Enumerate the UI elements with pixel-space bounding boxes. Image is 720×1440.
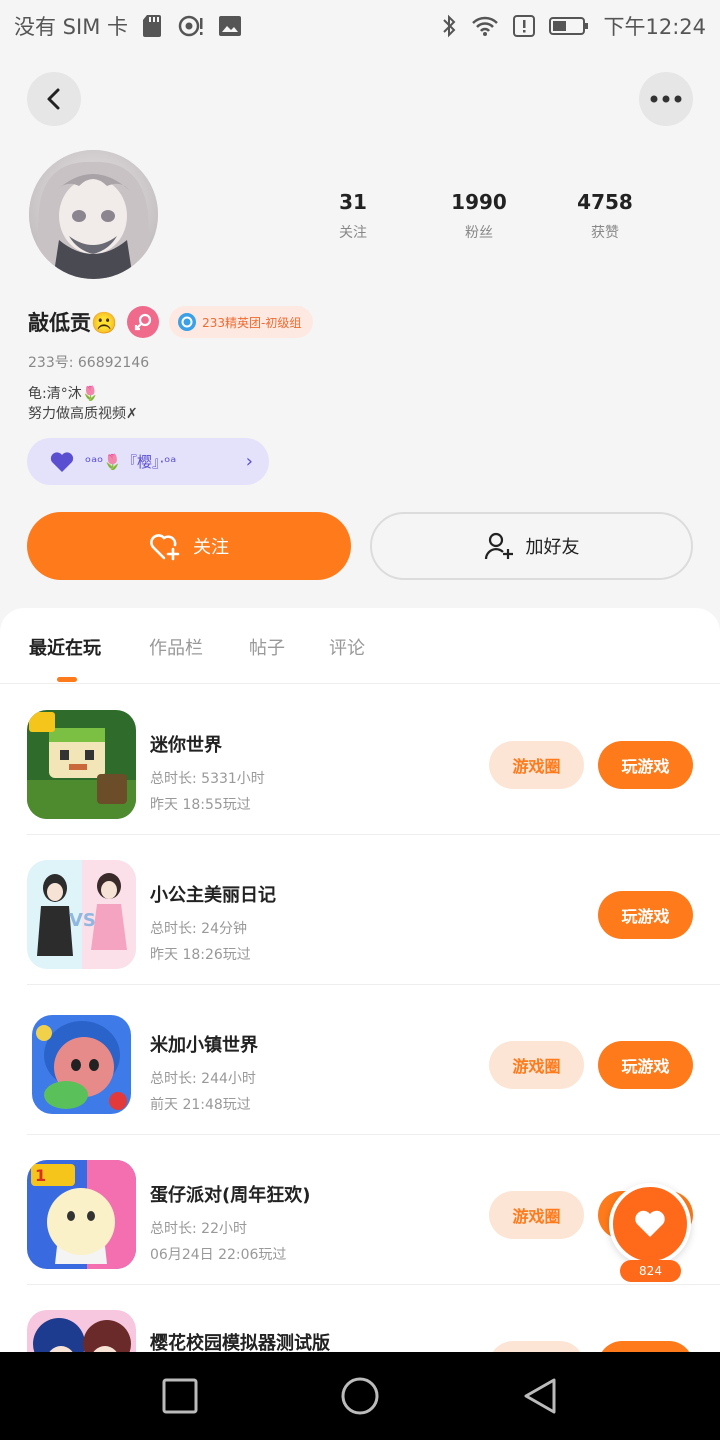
- game-icon: [27, 1310, 136, 1352]
- carrier-text: 没有 SIM 卡: [14, 15, 128, 39]
- stat-label: 关注: [339, 225, 367, 241]
- game-row[interactable]: 米加小镇世界 总时长: 244小时 前天 21:48玩过 游戏圈 玩游戏: [27, 985, 720, 1135]
- game-row[interactable]: 迷你世界 总时长: 5331小时 昨天 18:55玩过 游戏圈 玩游戏: [27, 685, 720, 835]
- add-user-icon: [484, 532, 513, 560]
- add-friend-button[interactable]: 加好友: [370, 512, 693, 580]
- stat-following[interactable]: 31 关注: [290, 190, 416, 242]
- stat-value: 31: [339, 190, 367, 214]
- home-button[interactable]: [338, 1374, 382, 1418]
- avatar[interactable]: [29, 150, 158, 279]
- heart-icon: [635, 1210, 665, 1237]
- back-nav-button[interactable]: [518, 1374, 562, 1418]
- stat-value: 1990: [451, 190, 507, 214]
- fan-club-label: ᵒᵃᵒ🌷『樱』·ᵒᵃ: [85, 453, 177, 471]
- profile-stats: 31 关注 1990 粉丝 4758 获赞: [290, 190, 670, 242]
- stat-fans[interactable]: 1990 粉丝: [416, 190, 542, 242]
- sd-card-icon: [142, 14, 164, 38]
- system-nav-bar: [0, 1352, 720, 1440]
- game-row[interactable]: 樱花校园模拟器测试版: [27, 1285, 720, 1352]
- add-friend-label: 加好友: [525, 537, 580, 558]
- back-button[interactable]: [27, 72, 81, 126]
- hotspot-icon: [178, 14, 204, 38]
- tab-indicator: [57, 677, 77, 682]
- stat-likes[interactable]: 4758 获赞: [542, 190, 668, 242]
- floating-like-button[interactable]: [609, 1183, 691, 1265]
- game-title: 蛋仔派对(周年狂欢): [150, 1185, 311, 1206]
- rank-medal-icon: [178, 313, 197, 331]
- follow-label: 关注: [193, 537, 229, 558]
- chevron-right-icon: ›: [245, 451, 253, 472]
- game-duration: 总时长: 24分钟: [150, 921, 247, 937]
- rank-badge-label: 233精英团-初级组: [202, 315, 302, 330]
- game-circle-button[interactable]: 游戏圈: [489, 1041, 584, 1089]
- recents-button[interactable]: [158, 1374, 202, 1418]
- battery-icon: [549, 16, 589, 36]
- game-duration: 总时长: 244小时: [150, 1071, 256, 1087]
- play-game-button[interactable]: 玩游戏: [598, 891, 693, 939]
- tab-posts[interactable]: 帖子: [249, 634, 285, 660]
- game-icon: VS: [27, 860, 136, 969]
- game-title: 米加小镇世界: [150, 1035, 258, 1056]
- more-options-button[interactable]: [639, 72, 693, 126]
- tab-works[interactable]: 作品栏: [149, 634, 203, 660]
- triangle-back-icon: [524, 1378, 556, 1414]
- play-game-button[interactable]: 玩游戏: [598, 1041, 693, 1089]
- game-title: 小公主美丽日记: [150, 885, 276, 906]
- svg-text:1: 1: [35, 1166, 46, 1185]
- clock-text: 下午12:24: [603, 15, 706, 39]
- alert-icon: [513, 15, 536, 37]
- female-gender-icon: [127, 306, 160, 338]
- chevron-left-icon: [47, 88, 60, 110]
- more-dots-icon: [650, 95, 682, 103]
- game-duration: 总时长: 5331小时: [150, 771, 265, 787]
- username: 敲低贡☹️: [28, 311, 118, 335]
- stat-value: 4758: [577, 190, 633, 214]
- game-title: 樱花校园模拟器测试版: [150, 1333, 330, 1352]
- fan-club-button[interactable]: ᵒᵃᵒ🌷『樱』·ᵒᵃ ›: [27, 438, 269, 485]
- game-icon: [27, 710, 136, 819]
- game-circle-button[interactable]: [489, 1341, 584, 1352]
- game-icon: [32, 1015, 131, 1114]
- play-game-button[interactable]: [598, 1341, 693, 1352]
- game-last-played: 前天 21:48玩过: [150, 1097, 251, 1113]
- square-icon: [162, 1378, 198, 1414]
- game-circle-button[interactable]: 游戏圈: [489, 1191, 584, 1239]
- play-game-button[interactable]: 玩游戏: [598, 741, 693, 789]
- name-row: 敲低贡☹️ 233精英团-初级组: [28, 306, 314, 338]
- rank-badge[interactable]: 233精英团-初级组: [169, 306, 314, 338]
- stat-label: 获赞: [591, 225, 619, 241]
- heart-icon: [50, 451, 74, 472]
- tab-comments[interactable]: 评论: [329, 634, 365, 660]
- tab-recently-played[interactable]: 最近在玩: [29, 634, 101, 660]
- follow-button[interactable]: 关注: [27, 512, 351, 580]
- game-last-played: 06月24日 22:06玩过: [150, 1247, 287, 1263]
- stat-label: 粉丝: [465, 225, 493, 241]
- status-bar: 没有 SIM 卡 下午12:24: [0, 0, 720, 52]
- wifi-icon: [471, 15, 499, 37]
- bluetooth-icon: [441, 14, 457, 38]
- bio-line: 努力做高质视频✗: [28, 406, 138, 422]
- game-circle-button[interactable]: 游戏圈: [489, 741, 584, 789]
- profile-tabs: 最近在玩 作品栏 帖子 评论: [0, 608, 720, 684]
- heart-plus-icon: [150, 534, 180, 561]
- game-row[interactable]: VS 小公主美丽日记 总时长: 24分钟 昨天 18:26玩过 玩游戏: [27, 835, 720, 985]
- bio: 龟:清°沐🌷 努力做高质视频✗: [28, 384, 138, 424]
- game-last-played: 昨天 18:26玩过: [150, 947, 251, 963]
- like-count: 824: [620, 1260, 681, 1282]
- gallery-icon: [218, 15, 242, 37]
- circle-icon: [341, 1377, 379, 1415]
- svg-text:VS: VS: [69, 910, 96, 931]
- game-last-played: 昨天 18:55玩过: [150, 797, 251, 813]
- game-icon: 1: [27, 1160, 136, 1269]
- bio-line: 龟:清°沐🌷: [28, 386, 100, 402]
- game-title: 迷你世界: [150, 735, 222, 756]
- game-duration: 总时长: 22小时: [150, 1221, 247, 1237]
- user-id: 233号: 66892146: [28, 355, 150, 371]
